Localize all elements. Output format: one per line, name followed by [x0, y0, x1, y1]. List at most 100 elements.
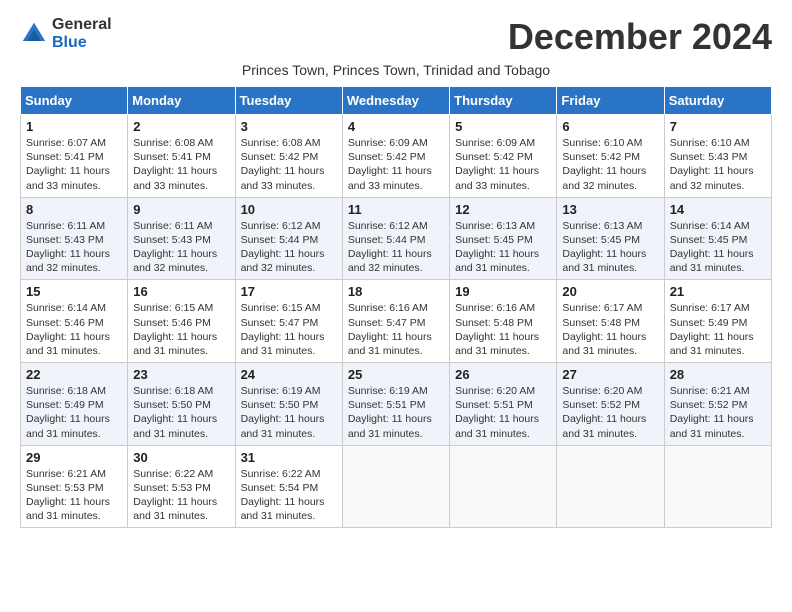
day-info: Sunrise: 6:12 AM Sunset: 5:44 PM Dayligh…: [348, 219, 444, 276]
calendar-cell: 30 Sunrise: 6:22 AM Sunset: 5:53 PM Dayl…: [128, 445, 235, 528]
day-number: 15: [26, 284, 122, 299]
col-header-friday: Friday: [557, 87, 664, 115]
calendar-cell: 3 Sunrise: 6:08 AM Sunset: 5:42 PM Dayli…: [235, 115, 342, 198]
calendar-cell: 20 Sunrise: 6:17 AM Sunset: 5:48 PM Dayl…: [557, 280, 664, 363]
calendar-cell: 19 Sunrise: 6:16 AM Sunset: 5:48 PM Dayl…: [450, 280, 557, 363]
header: General Blue December 2024: [20, 16, 772, 58]
calendar-cell: [557, 445, 664, 528]
col-header-sunday: Sunday: [21, 87, 128, 115]
calendar-table: SundayMondayTuesdayWednesdayThursdayFrid…: [20, 86, 772, 528]
day-number: 6: [562, 119, 658, 134]
day-info: Sunrise: 6:16 AM Sunset: 5:48 PM Dayligh…: [455, 301, 551, 358]
day-info: Sunrise: 6:22 AM Sunset: 5:53 PM Dayligh…: [133, 467, 229, 524]
day-info: Sunrise: 6:08 AM Sunset: 5:41 PM Dayligh…: [133, 136, 229, 193]
day-number: 3: [241, 119, 337, 134]
day-number: 17: [241, 284, 337, 299]
calendar-cell: 4 Sunrise: 6:09 AM Sunset: 5:42 PM Dayli…: [342, 115, 449, 198]
calendar-cell: 11 Sunrise: 6:12 AM Sunset: 5:44 PM Dayl…: [342, 197, 449, 280]
calendar-cell: 18 Sunrise: 6:16 AM Sunset: 5:47 PM Dayl…: [342, 280, 449, 363]
day-info: Sunrise: 6:07 AM Sunset: 5:41 PM Dayligh…: [26, 136, 122, 193]
day-info: Sunrise: 6:13 AM Sunset: 5:45 PM Dayligh…: [562, 219, 658, 276]
calendar-cell: 7 Sunrise: 6:10 AM Sunset: 5:43 PM Dayli…: [664, 115, 771, 198]
calendar-cell: 9 Sunrise: 6:11 AM Sunset: 5:43 PM Dayli…: [128, 197, 235, 280]
day-number: 9: [133, 202, 229, 217]
calendar-cell: 17 Sunrise: 6:15 AM Sunset: 5:47 PM Dayl…: [235, 280, 342, 363]
day-info: Sunrise: 6:19 AM Sunset: 5:51 PM Dayligh…: [348, 384, 444, 441]
calendar-cell: 27 Sunrise: 6:20 AM Sunset: 5:52 PM Dayl…: [557, 363, 664, 446]
calendar-cell: 5 Sunrise: 6:09 AM Sunset: 5:42 PM Dayli…: [450, 115, 557, 198]
logo: General Blue: [20, 16, 112, 51]
day-number: 19: [455, 284, 551, 299]
day-number: 28: [670, 367, 766, 382]
calendar-cell: 10 Sunrise: 6:12 AM Sunset: 5:44 PM Dayl…: [235, 197, 342, 280]
calendar-cell: 22 Sunrise: 6:18 AM Sunset: 5:49 PM Dayl…: [21, 363, 128, 446]
day-number: 31: [241, 450, 337, 465]
logo-general-text: General: [52, 16, 112, 34]
day-number: 26: [455, 367, 551, 382]
day-info: Sunrise: 6:13 AM Sunset: 5:45 PM Dayligh…: [455, 219, 551, 276]
calendar-cell: 6 Sunrise: 6:10 AM Sunset: 5:42 PM Dayli…: [557, 115, 664, 198]
logo-blue-text: Blue: [52, 34, 112, 52]
day-info: Sunrise: 6:10 AM Sunset: 5:42 PM Dayligh…: [562, 136, 658, 193]
day-number: 16: [133, 284, 229, 299]
day-info: Sunrise: 6:16 AM Sunset: 5:47 PM Dayligh…: [348, 301, 444, 358]
day-info: Sunrise: 6:09 AM Sunset: 5:42 PM Dayligh…: [455, 136, 551, 193]
day-number: 7: [670, 119, 766, 134]
day-number: 10: [241, 202, 337, 217]
calendar-cell: 25 Sunrise: 6:19 AM Sunset: 5:51 PM Dayl…: [342, 363, 449, 446]
day-info: Sunrise: 6:15 AM Sunset: 5:46 PM Dayligh…: [133, 301, 229, 358]
calendar-cell: 23 Sunrise: 6:18 AM Sunset: 5:50 PM Dayl…: [128, 363, 235, 446]
day-info: Sunrise: 6:20 AM Sunset: 5:52 PM Dayligh…: [562, 384, 658, 441]
day-number: 1: [26, 119, 122, 134]
day-info: Sunrise: 6:17 AM Sunset: 5:49 PM Dayligh…: [670, 301, 766, 358]
week-row: 8 Sunrise: 6:11 AM Sunset: 5:43 PM Dayli…: [21, 197, 772, 280]
calendar-cell: 31 Sunrise: 6:22 AM Sunset: 5:54 PM Dayl…: [235, 445, 342, 528]
day-info: Sunrise: 6:11 AM Sunset: 5:43 PM Dayligh…: [133, 219, 229, 276]
day-number: 18: [348, 284, 444, 299]
subtitle: Princes Town, Princes Town, Trinidad and…: [20, 62, 772, 78]
day-number: 25: [348, 367, 444, 382]
calendar-cell: 8 Sunrise: 6:11 AM Sunset: 5:43 PM Dayli…: [21, 197, 128, 280]
day-info: Sunrise: 6:08 AM Sunset: 5:42 PM Dayligh…: [241, 136, 337, 193]
day-info: Sunrise: 6:21 AM Sunset: 5:53 PM Dayligh…: [26, 467, 122, 524]
day-number: 23: [133, 367, 229, 382]
day-number: 29: [26, 450, 122, 465]
day-info: Sunrise: 6:14 AM Sunset: 5:45 PM Dayligh…: [670, 219, 766, 276]
calendar-cell: [342, 445, 449, 528]
calendar-cell: 15 Sunrise: 6:14 AM Sunset: 5:46 PM Dayl…: [21, 280, 128, 363]
week-row: 29 Sunrise: 6:21 AM Sunset: 5:53 PM Dayl…: [21, 445, 772, 528]
day-number: 12: [455, 202, 551, 217]
col-header-monday: Monday: [128, 87, 235, 115]
calendar-cell: [664, 445, 771, 528]
day-info: Sunrise: 6:12 AM Sunset: 5:44 PM Dayligh…: [241, 219, 337, 276]
calendar-cell: 24 Sunrise: 6:19 AM Sunset: 5:50 PM Dayl…: [235, 363, 342, 446]
calendar-cell: 1 Sunrise: 6:07 AM Sunset: 5:41 PM Dayli…: [21, 115, 128, 198]
day-info: Sunrise: 6:15 AM Sunset: 5:47 PM Dayligh…: [241, 301, 337, 358]
day-number: 4: [348, 119, 444, 134]
week-row: 22 Sunrise: 6:18 AM Sunset: 5:49 PM Dayl…: [21, 363, 772, 446]
day-info: Sunrise: 6:20 AM Sunset: 5:51 PM Dayligh…: [455, 384, 551, 441]
col-header-wednesday: Wednesday: [342, 87, 449, 115]
day-info: Sunrise: 6:17 AM Sunset: 5:48 PM Dayligh…: [562, 301, 658, 358]
day-number: 20: [562, 284, 658, 299]
calendar-cell: 12 Sunrise: 6:13 AM Sunset: 5:45 PM Dayl…: [450, 197, 557, 280]
day-number: 11: [348, 202, 444, 217]
day-info: Sunrise: 6:09 AM Sunset: 5:42 PM Dayligh…: [348, 136, 444, 193]
day-info: Sunrise: 6:21 AM Sunset: 5:52 PM Dayligh…: [670, 384, 766, 441]
day-info: Sunrise: 6:11 AM Sunset: 5:43 PM Dayligh…: [26, 219, 122, 276]
month-title: December 2024: [508, 16, 772, 58]
calendar-cell: 28 Sunrise: 6:21 AM Sunset: 5:52 PM Dayl…: [664, 363, 771, 446]
day-number: 30: [133, 450, 229, 465]
day-info: Sunrise: 6:10 AM Sunset: 5:43 PM Dayligh…: [670, 136, 766, 193]
week-row: 15 Sunrise: 6:14 AM Sunset: 5:46 PM Dayl…: [21, 280, 772, 363]
calendar-cell: 14 Sunrise: 6:14 AM Sunset: 5:45 PM Dayl…: [664, 197, 771, 280]
day-info: Sunrise: 6:18 AM Sunset: 5:50 PM Dayligh…: [133, 384, 229, 441]
calendar-cell: 29 Sunrise: 6:21 AM Sunset: 5:53 PM Dayl…: [21, 445, 128, 528]
day-number: 22: [26, 367, 122, 382]
col-header-saturday: Saturday: [664, 87, 771, 115]
calendar-cell: 26 Sunrise: 6:20 AM Sunset: 5:51 PM Dayl…: [450, 363, 557, 446]
col-header-tuesday: Tuesday: [235, 87, 342, 115]
week-row: 1 Sunrise: 6:07 AM Sunset: 5:41 PM Dayli…: [21, 115, 772, 198]
day-info: Sunrise: 6:14 AM Sunset: 5:46 PM Dayligh…: [26, 301, 122, 358]
calendar-cell: [450, 445, 557, 528]
